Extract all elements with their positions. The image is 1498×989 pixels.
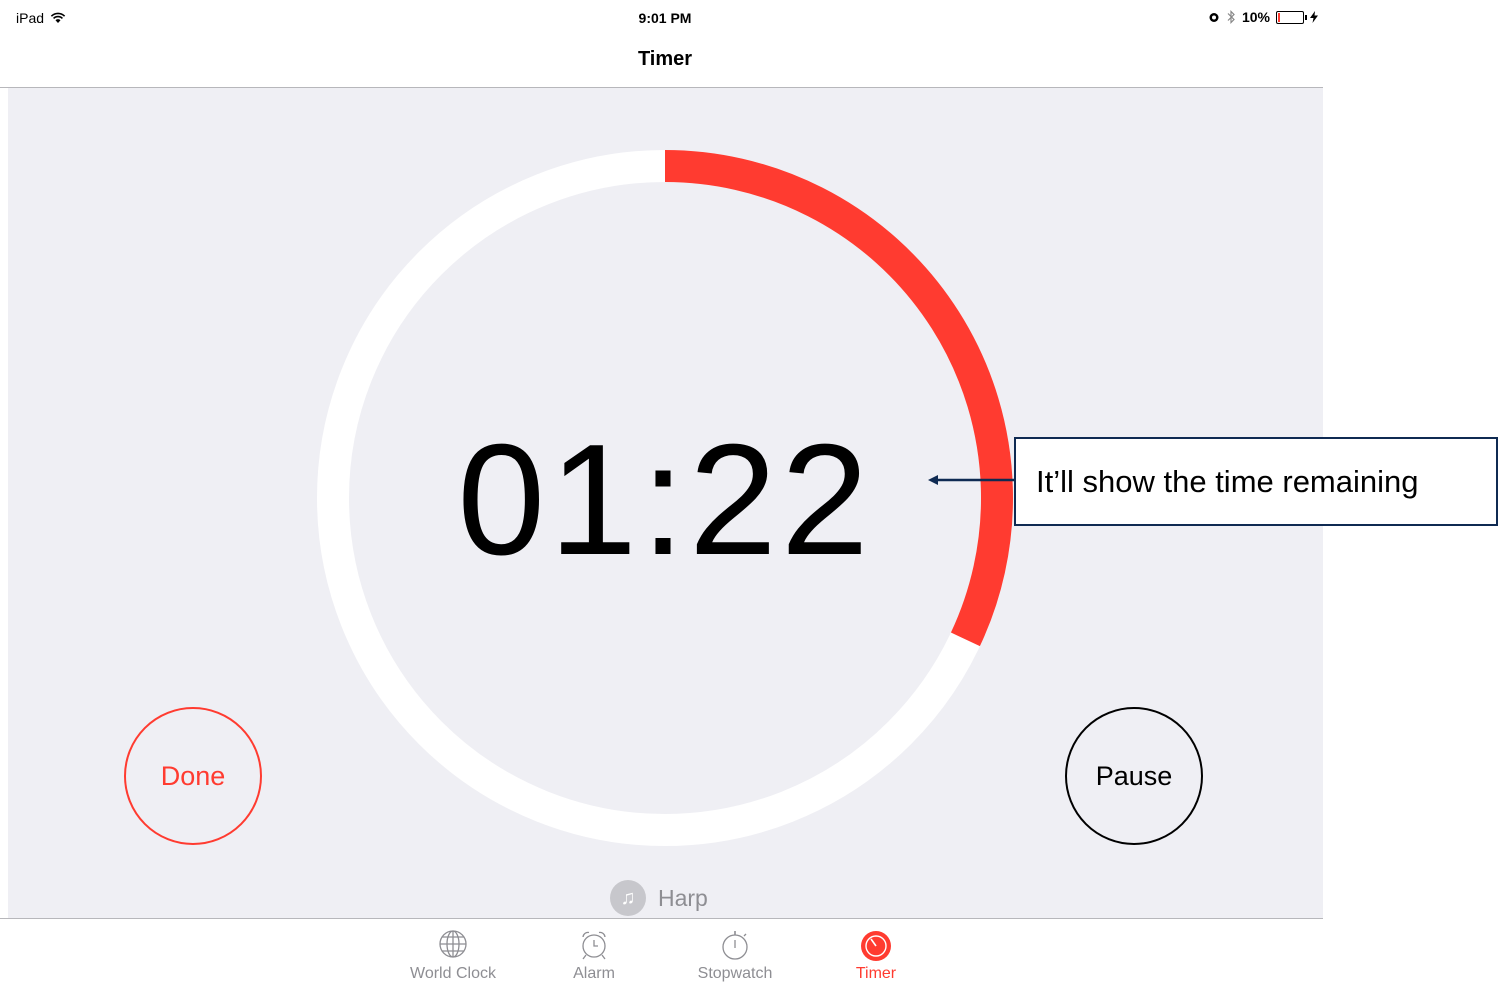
battery-level xyxy=(1278,12,1280,22)
tab-timer[interactable]: Timer xyxy=(816,929,936,983)
tab-label: Alarm xyxy=(573,965,615,982)
tab-label: World Clock xyxy=(410,965,496,982)
tab-bar: World Clock Alarm Stopwatch Timer xyxy=(0,918,1323,989)
page-title: Timer xyxy=(637,48,693,70)
tab-label: Timer xyxy=(855,965,897,982)
bluetooth-icon xyxy=(1227,10,1235,24)
tab-label: Stopwatch xyxy=(697,965,773,982)
time-remaining: 01:22 xyxy=(457,412,873,588)
pause-button[interactable]: Pause xyxy=(1065,707,1203,845)
tab-stopwatch[interactable]: Stopwatch xyxy=(675,929,795,983)
alarm-status-icon xyxy=(1209,13,1219,22)
status-time: 9:01 PM xyxy=(638,10,692,26)
done-button[interactable]: Done xyxy=(124,707,262,845)
navigation-bar: Timer xyxy=(0,36,1323,88)
annotation-text: It’ll show the time remaining xyxy=(1036,463,1419,499)
stopwatch-icon xyxy=(722,931,748,960)
timer-icon xyxy=(861,931,891,961)
annotation-callout: It’ll show the time remaining xyxy=(1014,437,1498,526)
status-right: 10% xyxy=(1208,9,1318,25)
charging-bolt-icon xyxy=(1310,11,1318,23)
timer-screen: iPad 9:01 PM 10% Timer 01:22 Done Pause … xyxy=(0,0,1498,989)
annotation-arrow xyxy=(928,475,1016,485)
status-bar: iPad 9:01 PM 10% xyxy=(0,0,1330,36)
battery-icon xyxy=(1276,10,1307,24)
battery-percent: 10% xyxy=(1241,9,1270,25)
tab-world-clock[interactable]: World Clock xyxy=(393,929,513,983)
music-note-icon: ♫ xyxy=(610,880,646,916)
sound-name: Harp xyxy=(658,884,708,911)
tab-alarm[interactable]: Alarm xyxy=(534,929,654,983)
globe-icon xyxy=(439,930,467,958)
sound-selector[interactable]: ♫ Harp xyxy=(610,880,708,916)
alarm-clock-icon xyxy=(582,931,606,960)
